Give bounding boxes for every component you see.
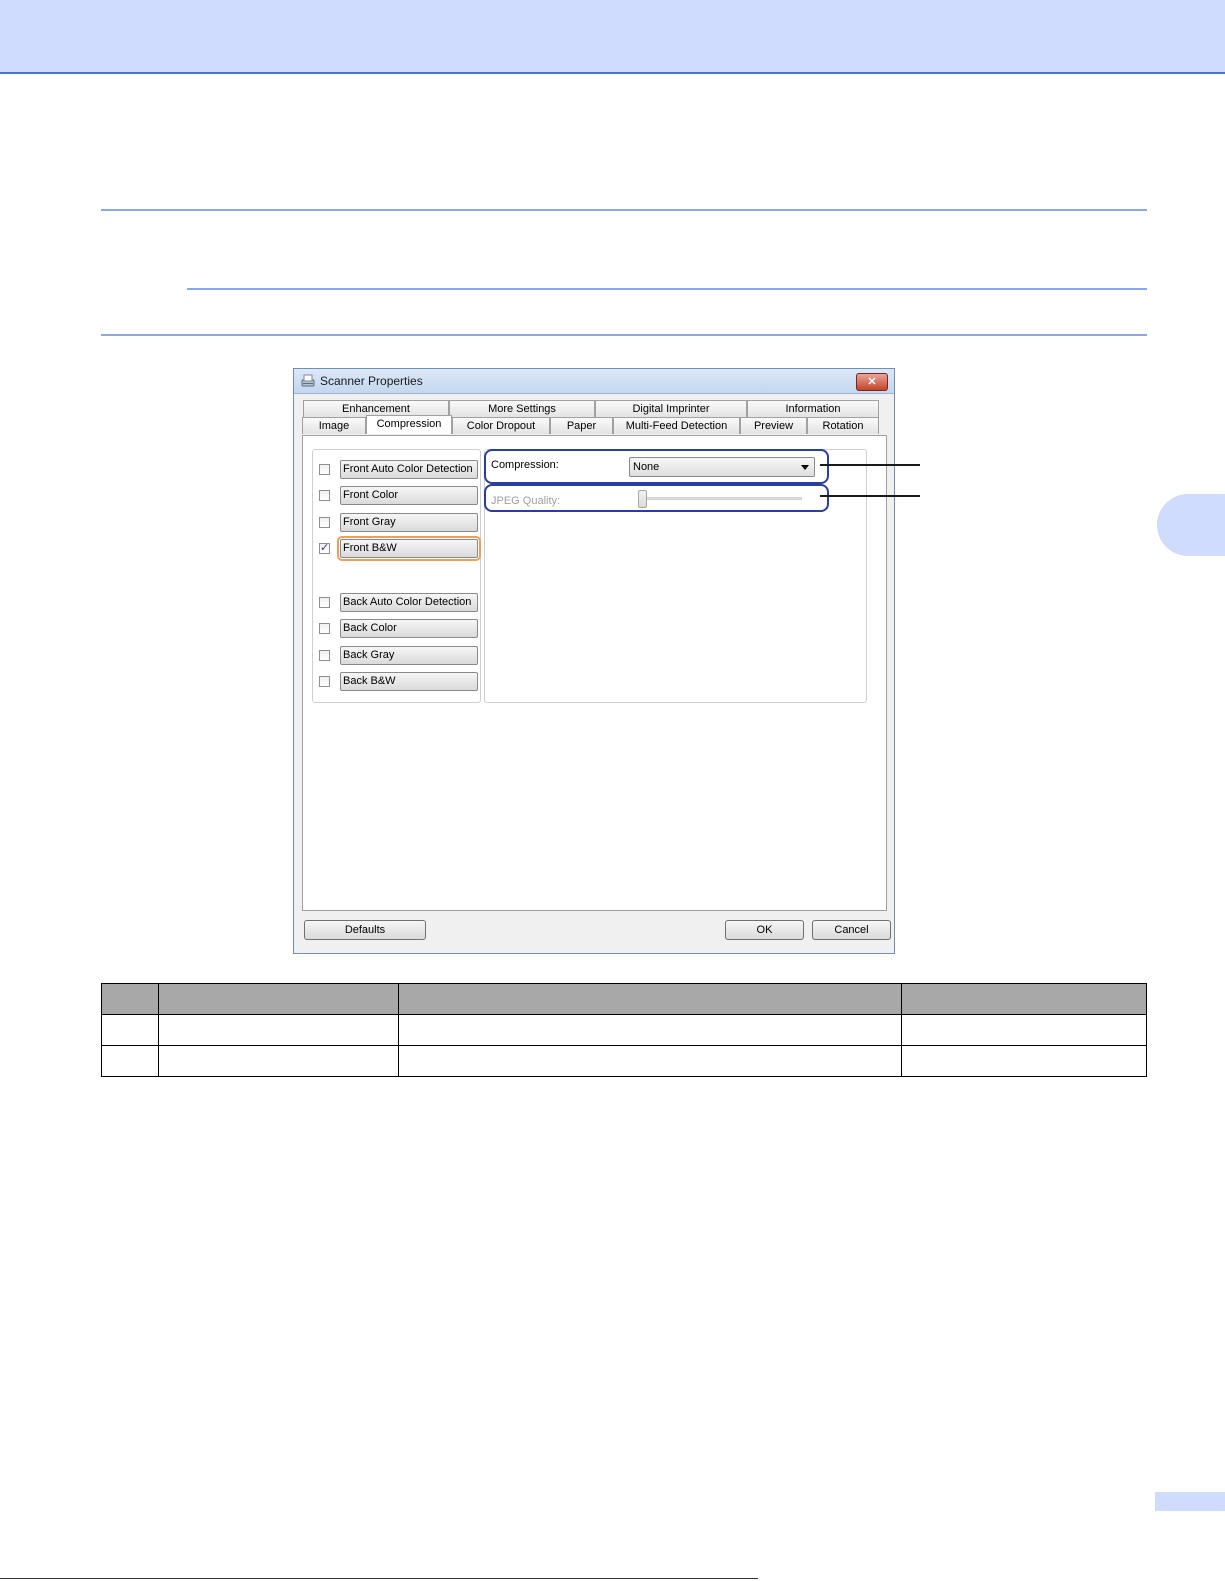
scanner-icon [301, 374, 315, 387]
tab-compression[interactable]: Compression [366, 415, 452, 434]
table-cell [901, 1045, 1147, 1077]
tab-preview[interactable]: Preview [740, 417, 807, 434]
table-row [101, 1014, 1147, 1046]
back-gray-button[interactable]: Back Gray [340, 646, 478, 665]
defaults-button[interactable]: Defaults [304, 920, 426, 940]
front-color-checkbox[interactable] [319, 490, 330, 501]
table-cell [101, 1014, 159, 1046]
tab-multi-feed-detection[interactable]: Multi-Feed Detection [613, 417, 740, 434]
table-cell [101, 1045, 159, 1077]
image-type-row: Front Auto Color Detection [319, 460, 479, 480]
image-type-row: Back Color [319, 619, 479, 639]
tab-image[interactable]: Image [302, 417, 366, 434]
image-type-group: Front Auto Color Detection Front Color F… [312, 449, 481, 703]
tab-color-dropout[interactable]: Color Dropout [452, 417, 550, 434]
table-cell [157, 1014, 399, 1046]
section-rule-middle [187, 288, 1147, 290]
back-bw-button[interactable]: Back B&W [340, 672, 478, 691]
table-header-row [101, 983, 1147, 1015]
front-gray-checkbox[interactable] [319, 517, 330, 528]
cancel-button[interactable]: Cancel [812, 920, 891, 940]
page-number-box [1155, 1492, 1225, 1511]
scanner-properties-dialog: Scanner Properties ✕ Enhancement More Se… [293, 368, 895, 954]
table-header-cell [397, 983, 903, 1015]
front-bw-checkbox[interactable]: ✓ [319, 543, 330, 554]
back-bw-checkbox[interactable] [319, 676, 330, 687]
image-type-row: Back Auto Color Detection [319, 593, 479, 613]
image-type-row: Back B&W [319, 672, 479, 692]
back-auto-color-button[interactable]: Back Auto Color Detection [340, 593, 478, 612]
back-auto-color-checkbox[interactable] [319, 597, 330, 608]
tab-rotation[interactable]: Rotation [807, 417, 879, 434]
back-color-checkbox[interactable] [319, 623, 330, 634]
image-type-row: Front Color [319, 486, 479, 506]
front-auto-color-button[interactable]: Front Auto Color Detection [340, 460, 478, 479]
close-button[interactable]: ✕ [856, 373, 888, 391]
ok-button[interactable]: OK [725, 920, 804, 940]
table-header-cell [901, 983, 1147, 1015]
compression-tab-panel: Front Auto Color Detection Front Color F… [302, 435, 887, 911]
front-bw-button[interactable]: Front B&W [337, 536, 481, 561]
section-rule-bottom [101, 334, 1147, 336]
image-type-row: ✓ Front B&W [319, 536, 481, 561]
back-gray-checkbox[interactable] [319, 650, 330, 661]
table-header-cell [157, 983, 399, 1015]
tab-more-settings[interactable]: More Settings [449, 400, 595, 417]
front-auto-color-checkbox[interactable] [319, 464, 330, 475]
table-cell [901, 1014, 1147, 1046]
dialog-titlebar: Scanner Properties ✕ [294, 369, 894, 394]
tab-digital-imprinter[interactable]: Digital Imprinter [595, 400, 747, 417]
callout-leader-line-compression [820, 464, 920, 466]
table-cell [397, 1014, 903, 1046]
description-table [101, 983, 1147, 1077]
table-header-cell [101, 983, 159, 1015]
front-gray-button[interactable]: Front Gray [340, 513, 478, 532]
callout-box-jpeg-quality [484, 484, 829, 512]
callout-box-compression [484, 449, 829, 484]
table-cell [397, 1045, 903, 1077]
tab-paper[interactable]: Paper [550, 417, 613, 434]
dialog-title: Scanner Properties [320, 374, 423, 388]
image-type-row: Back Gray [319, 646, 479, 666]
footer-rule [0, 1578, 758, 1579]
table-row [101, 1045, 1147, 1077]
front-color-button[interactable]: Front Color [340, 486, 478, 505]
back-color-button[interactable]: Back Color [340, 619, 478, 638]
chapter-side-tab [1157, 494, 1225, 556]
page-header-band [0, 0, 1225, 74]
callout-leader-line-jpeg-quality [820, 495, 920, 497]
table-cell [157, 1045, 399, 1077]
section-rule-top [101, 209, 1147, 211]
tab-information[interactable]: Information [747, 400, 879, 417]
image-type-row: Front Gray [319, 513, 479, 533]
